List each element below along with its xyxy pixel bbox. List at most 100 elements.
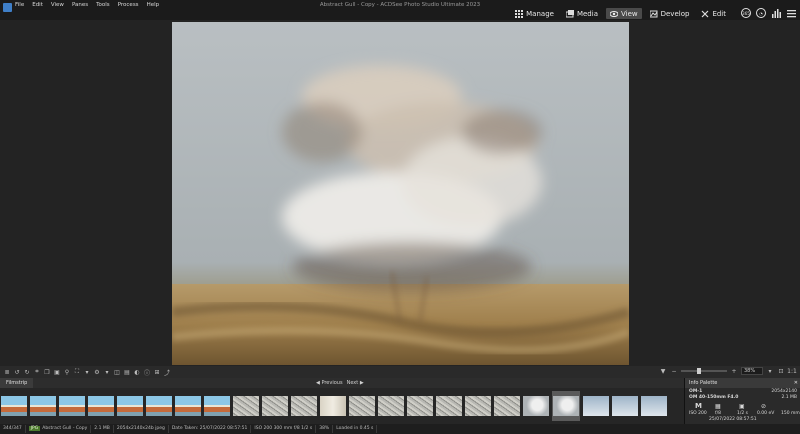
copy-icon[interactable]: ❐ bbox=[43, 368, 51, 376]
zoom-tool-icon[interactable]: ⚲ bbox=[63, 368, 71, 376]
compare-icon[interactable]: ◫ bbox=[113, 368, 121, 376]
filter-icon[interactable]: ▼ bbox=[659, 367, 667, 375]
thumbnail[interactable] bbox=[407, 391, 433, 421]
thumbnail-strip bbox=[0, 391, 667, 421]
status-bar: 344/347 JPG Abstract Gull - Copy 2.1 MB 2… bbox=[0, 424, 800, 434]
shutter-value: 1/2 s bbox=[737, 411, 749, 416]
top-right-icons: 365 ◔ bbox=[741, 8, 796, 18]
thumbnail[interactable] bbox=[465, 391, 491, 421]
media-icon bbox=[565, 9, 574, 17]
menu-file[interactable]: File bbox=[15, 2, 24, 8]
menu-icon[interactable] bbox=[786, 8, 796, 18]
grid-icon bbox=[515, 9, 524, 18]
thumbnail-image bbox=[378, 396, 404, 416]
thumbnail[interactable] bbox=[641, 391, 667, 421]
rotate-left-icon[interactable]: ↺ bbox=[13, 368, 21, 376]
thumbnail[interactable] bbox=[204, 391, 230, 421]
thumbnail[interactable] bbox=[320, 391, 346, 421]
filmstrip-title[interactable]: Filmstrip bbox=[0, 378, 34, 388]
settings-icon[interactable]: ⚙ bbox=[93, 368, 101, 376]
tab-view[interactable]: View bbox=[605, 8, 642, 19]
menu-edit[interactable]: Edit bbox=[32, 2, 43, 8]
zoom-out-icon[interactable]: − bbox=[670, 367, 678, 375]
tab-manage[interactable]: Manage bbox=[511, 8, 558, 19]
thumbnail-image bbox=[117, 396, 143, 416]
tab-edit[interactable]: Edit bbox=[697, 8, 730, 19]
thumbnail[interactable] bbox=[1, 391, 27, 421]
thumbnail-image bbox=[30, 396, 56, 416]
thumbnail-image bbox=[262, 396, 288, 416]
eye-icon bbox=[609, 10, 618, 17]
thumbnail[interactable] bbox=[523, 391, 549, 421]
menu-bar: File Edit View Panes Tools Process Help bbox=[15, 2, 159, 8]
histogram-icon[interactable]: ◐ bbox=[133, 368, 141, 376]
zoom-dropdown-icon[interactable]: ▾ bbox=[766, 367, 774, 375]
thumbnail[interactable] bbox=[262, 391, 288, 421]
thumbnail[interactable] bbox=[612, 391, 638, 421]
crop-icon[interactable]: ⌗ bbox=[33, 368, 41, 376]
grid-view-icon[interactable]: ⊞ bbox=[153, 368, 161, 376]
thumbnail-image bbox=[233, 396, 259, 416]
dropdown-icon[interactable]: ▾ bbox=[83, 368, 91, 376]
previous-label: Previous bbox=[321, 380, 343, 386]
thumbnail[interactable] bbox=[349, 391, 375, 421]
dropdown-icon[interactable]: ▾ bbox=[103, 368, 111, 376]
thumbnail[interactable] bbox=[436, 391, 462, 421]
next-button[interactable]: Next ▶ bbox=[347, 379, 364, 387]
menu-view[interactable]: View bbox=[51, 2, 64, 8]
thumbnail[interactable] bbox=[233, 391, 259, 421]
main-photo[interactable] bbox=[172, 22, 629, 365]
exposure-value: 0.00 eV bbox=[757, 411, 775, 416]
tab-media[interactable]: Media bbox=[562, 8, 602, 19]
thumbnail[interactable] bbox=[583, 391, 609, 421]
thumbnail-image bbox=[349, 396, 375, 416]
zoom-in-icon[interactable]: + bbox=[730, 367, 738, 375]
dashboard-icon[interactable]: ◔ bbox=[756, 8, 766, 18]
rotate-right-icon[interactable]: ↻ bbox=[23, 368, 31, 376]
layers-icon[interactable]: ≣ bbox=[3, 368, 11, 376]
zoom-input[interactable]: 38% bbox=[741, 367, 763, 375]
zoom-slider[interactable] bbox=[681, 368, 727, 374]
actual-size-icon[interactable]: 1:1 bbox=[787, 367, 797, 375]
thumbnail-image bbox=[641, 396, 667, 416]
zoom-slider-handle[interactable] bbox=[696, 368, 701, 374]
develop-icon bbox=[649, 10, 658, 17]
thumbnail[interactable] bbox=[117, 391, 143, 421]
thumbnail[interactable] bbox=[30, 391, 56, 421]
thumbnail-selected[interactable] bbox=[552, 391, 580, 421]
thumbnail[interactable] bbox=[494, 391, 520, 421]
thumbnail-image bbox=[59, 396, 85, 416]
thumbnail[interactable] bbox=[378, 391, 404, 421]
image-viewer[interactable] bbox=[0, 20, 800, 365]
menu-help[interactable]: Help bbox=[147, 2, 160, 8]
thumbnail[interactable] bbox=[175, 391, 201, 421]
info-icon[interactable]: ⓘ bbox=[143, 368, 151, 377]
viewer-toolbar: ≣ ↺ ↻ ⌗ ❐ ▣ ⚲ ⛶ ▾ ⚙ ▾ ◫ ▤ ◐ ⓘ ⊞ ⤴ ▼ − + … bbox=[0, 366, 800, 378]
thumbnail[interactable] bbox=[88, 391, 114, 421]
fit-icon[interactable]: ⛶ bbox=[73, 368, 81, 376]
365-icon[interactable]: 365 bbox=[741, 8, 751, 18]
menu-process[interactable]: Process bbox=[118, 2, 139, 8]
thumbnail-image bbox=[88, 396, 114, 416]
camera-model: OM-1 bbox=[689, 389, 703, 394]
stats-icon[interactable] bbox=[771, 8, 781, 18]
thumbnail-image bbox=[320, 396, 346, 416]
menu-panes[interactable]: Panes bbox=[72, 2, 88, 8]
menu-tools[interactable]: Tools bbox=[96, 2, 110, 8]
file-size: 2.1 MB bbox=[781, 395, 797, 400]
select-icon[interactable]: ▣ bbox=[53, 368, 61, 376]
file-size-status: 2.1 MB bbox=[91, 425, 114, 433]
tab-manage-label: Manage bbox=[526, 9, 554, 18]
thumbnail-image bbox=[175, 396, 201, 416]
exit-icon[interactable]: ⤴ bbox=[163, 368, 171, 377]
close-icon[interactable]: ✕ bbox=[794, 378, 798, 388]
image-icon[interactable]: ▤ bbox=[123, 368, 131, 376]
previous-button[interactable]: ◀ Previous bbox=[316, 379, 343, 387]
thumbnail[interactable] bbox=[146, 391, 172, 421]
white-balance-icon: ▣ bbox=[739, 403, 745, 410]
thumbnail[interactable] bbox=[59, 391, 85, 421]
fit-to-screen-icon[interactable]: ⊡ bbox=[777, 367, 785, 375]
thumbnail-image bbox=[465, 396, 491, 416]
tab-develop[interactable]: Develop bbox=[646, 8, 694, 19]
thumbnail[interactable] bbox=[291, 391, 317, 421]
